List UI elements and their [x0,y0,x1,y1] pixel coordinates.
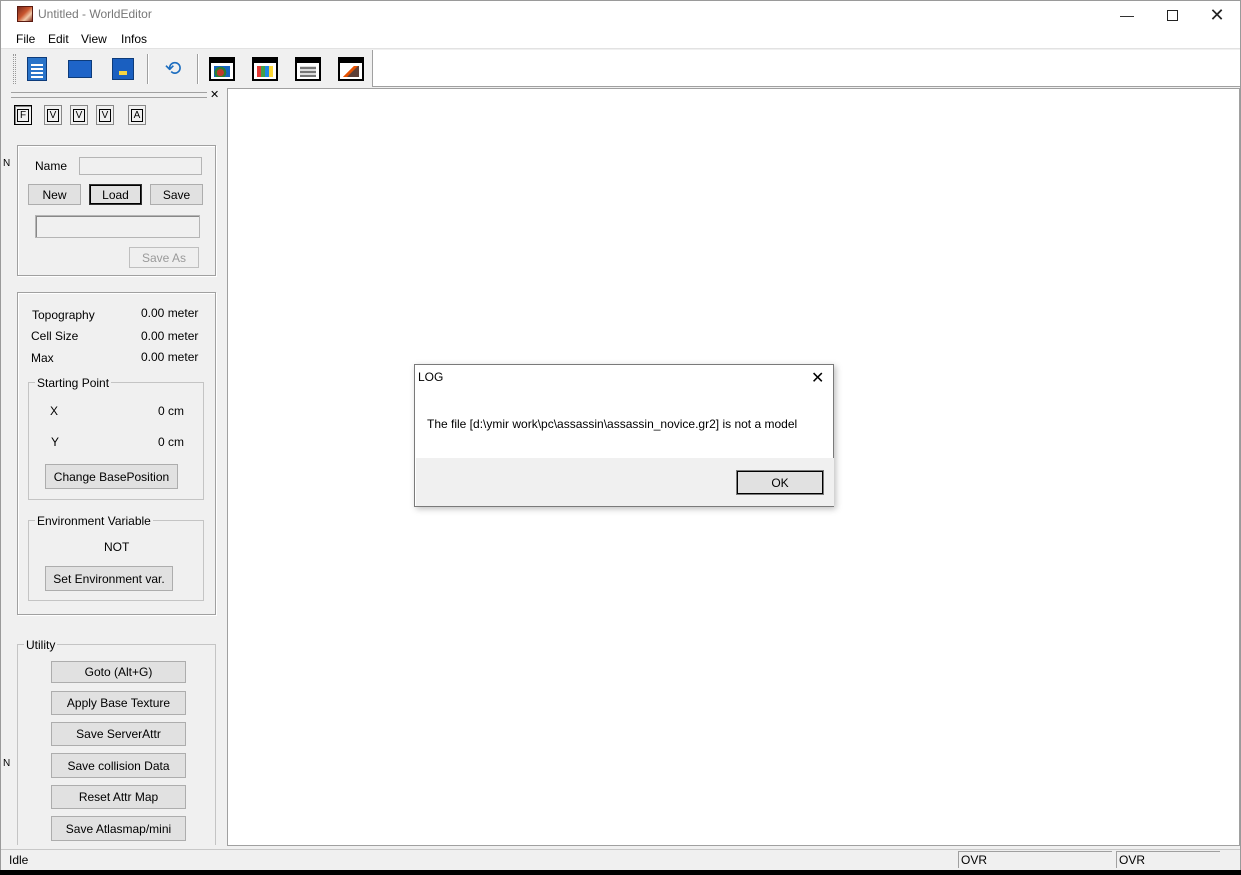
new-button[interactable]: New [28,184,81,205]
max-value: 0.00 meter [141,350,199,364]
cellsize-value: 0.00 meter [141,329,199,343]
status-pane-ovr-1: OVR [958,851,1112,868]
x-value: 0 cm [158,404,185,418]
cellsize-label: Cell Size [31,329,79,343]
goto-button[interactable]: Goto (Alt+G) [51,661,186,683]
dialog-title: LOG [418,370,444,384]
dialog-footer: OK [416,458,834,506]
tab-v3[interactable]: V [96,105,114,125]
status-pane-ovr-2: OVR [1116,851,1220,868]
set-environment-button[interactable]: Set Environment var. [45,566,173,591]
path-field[interactable] [35,215,200,238]
maximize-icon[interactable] [1149,1,1195,29]
tab-v3-label: V [99,108,111,122]
undo-icon[interactable]: ⟲ [158,54,188,84]
save-button[interactable]: Save [150,184,203,205]
tab-v2[interactable]: V [70,105,88,125]
max-label: Max [31,351,54,365]
menu-file[interactable]: File [16,32,35,46]
app-icon [17,6,33,22]
y-value: 0 cm [158,435,185,449]
save-serverattr-button[interactable]: Save ServerAttr [51,722,186,746]
topography-value: 0.00 meter [141,306,199,320]
name-input[interactable] [79,157,202,175]
screen-edge [0,870,1241,875]
menu-edit[interactable]: Edit [48,32,69,46]
toolbar-separator [147,54,149,84]
tab-f-label: F [17,108,29,122]
load-button[interactable]: Load [89,184,142,205]
minimize-icon[interactable]: — [1104,1,1150,29]
save-as-button[interactable]: Save As [129,247,199,268]
toolbar-grip[interactable] [13,54,16,84]
tab-a-label: A [131,108,143,122]
window-title: Untitled - WorldEditor [38,7,152,21]
save-atlasmap-button[interactable]: Save Atlasmap/mini [51,816,186,841]
side-mark: N [3,758,11,769]
x-label: X [50,404,59,418]
menu-infos[interactable]: Infos [121,32,147,46]
object-window-icon[interactable] [207,54,237,84]
status-text: Idle [9,853,29,867]
dialog-message: The file [d:\ymir work\pc\assassin\assas… [427,417,798,431]
utility-title: Utility [24,638,58,652]
tab-f[interactable]: F [14,105,32,125]
panel-grip[interactable] [11,92,207,98]
save-collision-data-button[interactable]: Save collision Data [51,753,186,778]
ok-button[interactable]: OK [736,470,824,495]
open-folder-icon[interactable] [65,54,95,84]
log-dialog: LOG ✕ The file [d:\ymir work\pc\assassin… [414,364,834,507]
apply-base-texture-button[interactable]: Apply Base Texture [51,691,186,715]
title-bar: Untitled - WorldEditor — ✕ [1,1,1240,29]
environment-title: Environment Variable [35,514,153,528]
texture-window-icon[interactable] [250,54,280,84]
tab-v2-label: V [73,108,85,122]
name-label: Name [35,159,68,173]
menu-bar: File Edit View Infos [1,29,1240,49]
new-file-icon[interactable] [22,54,52,84]
y-label: Y [51,435,60,449]
toolbar-empty-area [373,50,1240,87]
tab-v1[interactable]: V [44,105,62,125]
dialog-close-icon[interactable]: ✕ [811,368,824,388]
menu-view[interactable]: View [81,32,107,46]
reset-attr-map-button[interactable]: Reset Attr Map [51,785,186,809]
change-base-position-button[interactable]: Change BasePosition [45,464,178,489]
tab-a[interactable]: A [128,105,146,125]
close-icon[interactable]: ✕ [1194,1,1240,29]
side-mark: N [3,158,11,169]
brush-window-icon[interactable] [336,54,366,84]
toolbar-separator [197,54,199,84]
attribute-window-icon[interactable] [293,54,323,84]
panel-close-icon[interactable]: ✕ [210,88,219,101]
environment-value: NOT [104,540,130,554]
tab-v1-label: V [47,108,59,122]
starting-point-title: Starting Point [35,376,112,390]
topography-label: Topography [32,308,95,322]
save-icon[interactable] [108,54,138,84]
